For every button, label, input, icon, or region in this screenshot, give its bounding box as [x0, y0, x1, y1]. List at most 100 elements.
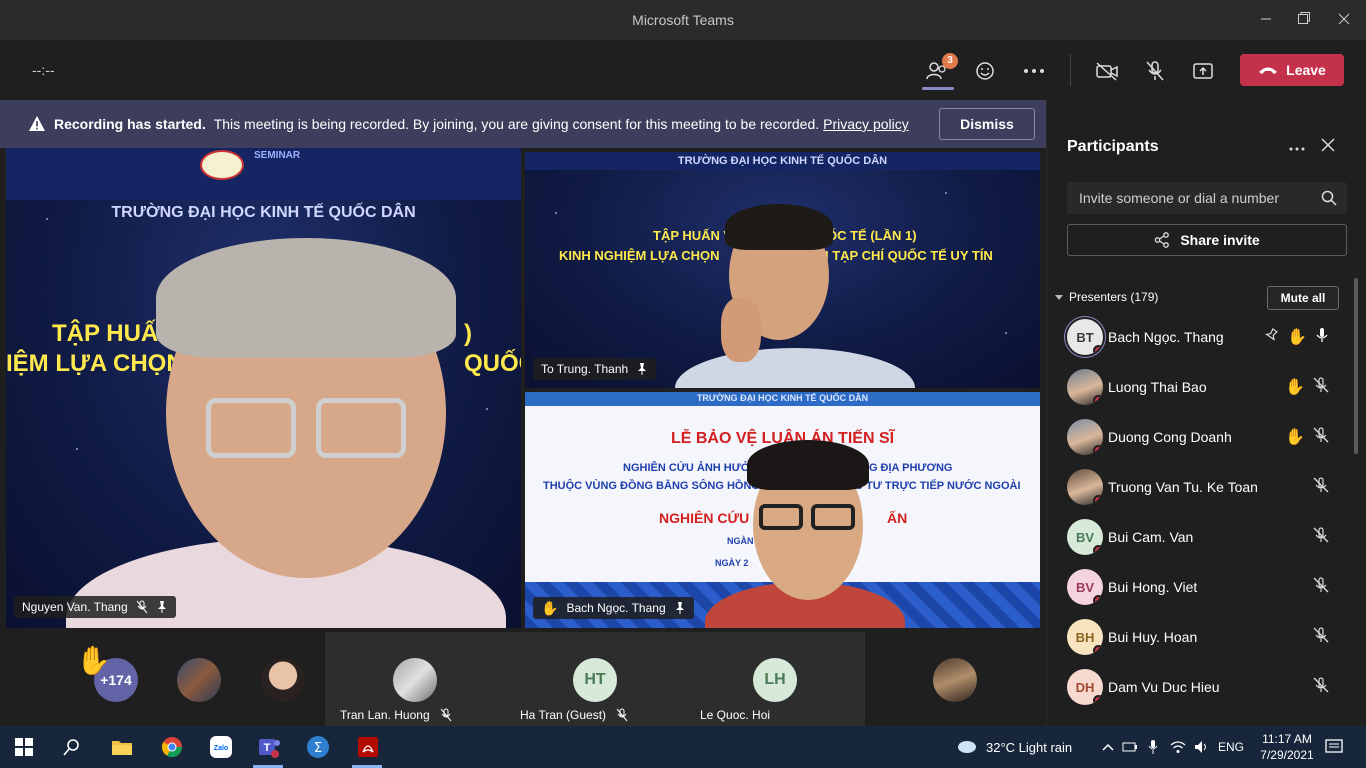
search-icon[interactable]: [1321, 190, 1337, 206]
participant-hair: [725, 204, 833, 250]
mute-all-button[interactable]: Mute all: [1267, 286, 1339, 310]
participant-row[interactable]: Duong Cong Doanh ✋: [1047, 412, 1353, 462]
participant-avatar-photo[interactable]: [933, 658, 977, 702]
chrome-button[interactable]: [160, 735, 184, 759]
strip-tile-le-quoc-hoi[interactable]: LH Le Quoc. Hoi: [685, 632, 865, 726]
pin-status[interactable]: [1263, 327, 1279, 348]
participant-avatar: BV: [1067, 519, 1103, 555]
close-window-button[interactable]: [1334, 10, 1354, 30]
slide-heading-2b: I TẠP CHÍ QUỐC TẾ UY TÍN: [825, 248, 993, 263]
reactions-icon: [976, 62, 994, 80]
leave-label: Leave: [1286, 62, 1326, 78]
windows-taskbar: Zalo T Σ 32°C Light rain ENG 11:17 AM 7/…: [0, 726, 1366, 768]
raised-hand-icon: ✋: [1285, 378, 1305, 396]
calculator-app-button[interactable]: Σ: [306, 735, 330, 759]
slide-line-3b: U TƯ TRỰC TIẾP NƯỚC NGOÀI: [855, 480, 1021, 492]
pin-icon: [675, 602, 684, 614]
input-language[interactable]: ENG: [1218, 740, 1244, 754]
strip-tile-tran-lan-huong[interactable]: Tran Lan. Huong: [325, 632, 505, 726]
mic-off-icon: [1313, 477, 1329, 493]
slide-university-title: TRƯỜNG ĐẠI HỌC KINH TẾ QUỐC DÂN: [696, 393, 869, 403]
more-actions-button[interactable]: [1019, 56, 1049, 86]
search-button[interactable]: [60, 735, 84, 759]
participant-row[interactable]: BV Bui Cam. Van: [1047, 512, 1353, 562]
show-hidden-icons[interactable]: [1096, 735, 1120, 759]
panel-more-button[interactable]: [1289, 138, 1305, 156]
teams-button[interactable]: T: [257, 735, 281, 759]
presence-status-dot: [1093, 345, 1103, 355]
microphone-tray-button[interactable]: [1141, 735, 1165, 759]
video-tile-main[interactable]: SEMINAR TRƯỜNG ĐẠI HỌC KINH TẾ QUỐC DÂN …: [6, 148, 521, 628]
participant-status-icons: [1313, 477, 1329, 498]
participant-name: Luong Thai Bao: [1108, 379, 1207, 395]
privacy-policy-link[interactable]: Privacy policy: [823, 116, 909, 132]
share-invite-button[interactable]: Share invite: [1067, 224, 1347, 256]
start-button[interactable]: [12, 735, 36, 759]
presence-status-dot: [1093, 395, 1103, 405]
svg-text:Zalo: Zalo: [214, 745, 228, 752]
leave-button[interactable]: Leave: [1240, 54, 1344, 86]
panel-scrollbar[interactable]: [1354, 278, 1358, 454]
participant-avatar-photo[interactable]: [177, 658, 221, 702]
seminar-logo-text: SEMINAR: [254, 150, 301, 161]
zalo-button[interactable]: Zalo: [209, 735, 233, 759]
taskbar-clock[interactable]: 11:17 AM 7/29/2021: [1254, 731, 1320, 763]
participant-row[interactable]: BH Bui Huy. Hoan: [1047, 612, 1353, 662]
weather-widget[interactable]: [954, 735, 978, 759]
mic-status: [1313, 577, 1329, 598]
strip-tile-ha-tran[interactable]: HT Ha Tran (Guest): [505, 632, 685, 726]
recording-banner: Recording has started. This meeting is b…: [0, 100, 1046, 148]
raised-hand-icon: ✋: [1285, 428, 1305, 446]
more-icon: [1024, 69, 1044, 73]
banner-text: This meeting is being recorded. By joini…: [213, 116, 820, 132]
participant-list: BT Bach Ngọc. Thang ✋ Luong Thai Bao ✋ Duong …: [1047, 312, 1353, 712]
participant-name: Tran Lan. Huong: [340, 708, 430, 722]
participant-avatar: BH: [1067, 619, 1103, 655]
minimize-button[interactable]: [1256, 10, 1276, 30]
teams-window: Microsoft Teams --:-- 3 Leave Recording …: [0, 0, 1366, 768]
invite-input[interactable]: [1067, 182, 1347, 214]
mic-off-icon: [1313, 527, 1329, 543]
volume-button[interactable]: [1190, 735, 1214, 759]
banner-title: Recording has started.: [54, 116, 206, 132]
meeting-toolbar: --:-- 3 Leave: [0, 40, 1366, 100]
participant-avatar: LH: [753, 658, 797, 702]
participant-row[interactable]: Luong Thai Bao ✋: [1047, 362, 1353, 412]
avatar-initials: BT: [1076, 329, 1094, 345]
chevron-up-icon: [1102, 743, 1114, 751]
network-button[interactable]: [1166, 735, 1190, 759]
raise-hand-button[interactable]: [970, 56, 1000, 86]
file-explorer-button[interactable]: [110, 735, 134, 759]
pdf-reader-button[interactable]: [356, 735, 380, 759]
maximize-button[interactable]: [1294, 10, 1314, 30]
notifications-button[interactable]: [1322, 735, 1346, 759]
participant-name: Bui Hong. Viet: [1108, 579, 1198, 595]
pin-icon: [1265, 328, 1278, 341]
participant-name: Nguyen Van. Thang: [22, 600, 128, 614]
mic-toggle-button[interactable]: [1140, 56, 1170, 86]
presence-status-dot: [1093, 595, 1103, 605]
participant-row[interactable]: BV Bui Hong. Viet: [1047, 562, 1353, 612]
share-content-button[interactable]: [1188, 56, 1218, 86]
video-tile-bach-ngoc-thang[interactable]: TRƯỜNG ĐẠI HỌC KINH TẾ QUỐC DÂN LỄ BẢO V…: [525, 392, 1040, 628]
participant-row[interactable]: BT Bach Ngọc. Thang ✋: [1047, 312, 1353, 362]
participant-hair: [747, 440, 869, 490]
participant-status-icons: [1313, 527, 1329, 548]
dismiss-button[interactable]: Dismiss: [939, 108, 1035, 140]
battery-icon-button[interactable]: [1118, 735, 1142, 759]
participant-row[interactable]: Truong Van Tu. Ke Toan: [1047, 462, 1353, 512]
strip-label: Le Quoc. Hoi: [700, 708, 770, 722]
camera-toggle-button[interactable]: [1092, 56, 1122, 86]
weather-text: 32°C Light rain: [986, 740, 1073, 755]
video-tile-to-trung-thanh[interactable]: TRƯỜNG ĐẠI HỌC KINH TẾ QUỐC DÂN TẬP HUẤN…: [525, 152, 1040, 388]
presenters-section-toggle[interactable]: Presenters (179): [1055, 290, 1158, 304]
avatar-initials: LH: [764, 671, 786, 688]
show-participants-button[interactable]: 3: [922, 53, 958, 86]
participant-row[interactable]: DH Dam Vu Duc Hieu: [1047, 662, 1353, 712]
participant-avatar-photo[interactable]: [261, 658, 305, 702]
panel-close-button[interactable]: [1321, 138, 1335, 157]
search-icon: [63, 739, 79, 756]
slide-line-5: NGÀN: [727, 536, 754, 546]
participant-avatar: BV: [1067, 569, 1103, 605]
participant-name: Truong Van Tu. Ke Toan: [1108, 479, 1258, 495]
